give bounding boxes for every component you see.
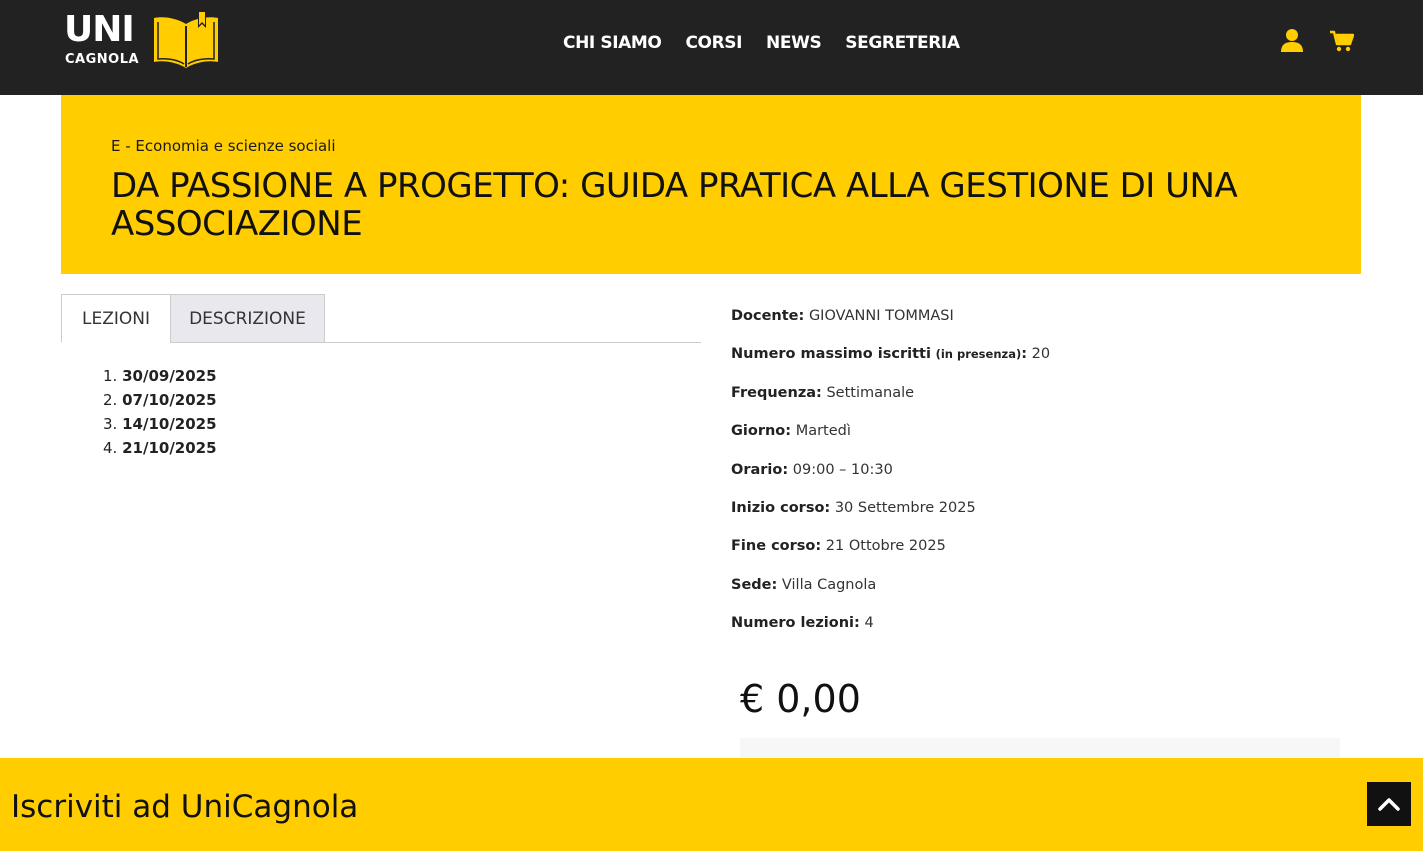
detail-orario: Orario: 09:00 – 10:30 bbox=[731, 459, 1050, 497]
lesson-item: 1. 30/09/2025 bbox=[103, 364, 217, 388]
detail-value: Villa Cagnola bbox=[781, 576, 877, 593]
detail-frequenza: Frequenza: Settimanale bbox=[731, 382, 1050, 420]
detail-docente: Docente: GIOVANNI TOMMASI bbox=[731, 305, 1050, 343]
top-navbar: UNI CAGNOLA CHI SIAMO CORSI NEWS SEGRETE… bbox=[0, 0, 1423, 95]
lesson-date: 21/10/2025 bbox=[122, 439, 217, 457]
detail-value: Martedì bbox=[795, 423, 851, 440]
detail-fine: Fine corso: 21 Ottobre 2025 bbox=[731, 535, 1050, 573]
detail-giorno: Giorno: Martedì bbox=[731, 420, 1050, 458]
detail-label: Numero massimo iscritti bbox=[731, 346, 931, 363]
lesson-number: 1. bbox=[103, 367, 118, 385]
detail-label: Inizio corso: bbox=[731, 499, 831, 516]
detail-label-colon: : bbox=[1021, 346, 1028, 363]
subscribe-title: Iscriviti ad UniCagnola bbox=[11, 789, 359, 825]
course-header: E - Economia e scienze sociali DA PASSIO… bbox=[61, 95, 1361, 274]
nav-corsi[interactable]: CORSI bbox=[685, 30, 742, 56]
lesson-date: 30/09/2025 bbox=[122, 367, 217, 385]
detail-iscritti: Numero massimo iscritti (in presenza): 2… bbox=[731, 343, 1050, 381]
detail-value: 21 Ottobre 2025 bbox=[825, 538, 946, 555]
lesson-item: 4. 21/10/2025 bbox=[103, 436, 217, 460]
detail-value: 30 Settembre 2025 bbox=[834, 499, 976, 516]
logo-text-sub: CAGNOLA bbox=[65, 52, 140, 67]
detail-label: Docente: bbox=[731, 308, 805, 324]
detail-value: Settimanale bbox=[826, 384, 915, 401]
course-price: € 0,00 bbox=[740, 677, 861, 721]
detail-label: Sede: bbox=[731, 576, 778, 593]
course-category: E - Economia e scienze sociali bbox=[111, 137, 336, 155]
nav-chi-siamo[interactable]: CHI SIAMO bbox=[563, 30, 662, 56]
course-title: DA PASSIONE A PROGETTO: GUIDA PRATICA AL… bbox=[111, 166, 1238, 244]
subscribe-banner: Iscriviti ad UniCagnola bbox=[0, 758, 1423, 851]
lesson-number: 4. bbox=[103, 439, 118, 457]
scroll-to-top-button[interactable] bbox=[1367, 782, 1411, 826]
detail-label: Giorno: bbox=[731, 423, 792, 440]
detail-label: Orario: bbox=[731, 461, 789, 478]
tab-descrizione[interactable]: DESCRIZIONE bbox=[170, 294, 325, 343]
lesson-number: 2. bbox=[103, 391, 118, 409]
detail-label: Frequenza: bbox=[731, 384, 822, 401]
lesson-date: 07/10/2025 bbox=[122, 391, 217, 409]
detail-label: Numero lezioni: bbox=[731, 615, 860, 632]
detail-inizio: Inizio corso: 30 Settembre 2025 bbox=[731, 497, 1050, 535]
detail-value: 09:00 – 10:30 bbox=[792, 461, 893, 478]
detail-sede: Sede: Villa Cagnola bbox=[731, 574, 1050, 612]
detail-label-note: (in presenza) bbox=[935, 347, 1022, 362]
lesson-item: 3. 14/10/2025 bbox=[103, 412, 217, 436]
chevron-up-icon bbox=[1378, 798, 1400, 811]
detail-value: 20 bbox=[1031, 346, 1051, 363]
lessons-list: 1. 30/09/2025 2. 07/10/2025 3. 14/10/202… bbox=[103, 364, 217, 460]
user-icon[interactable] bbox=[1280, 28, 1304, 52]
lesson-item: 2. 07/10/2025 bbox=[103, 388, 217, 412]
detail-value: 4 bbox=[864, 615, 874, 632]
course-tabs: LEZIONI DESCRIZIONE bbox=[61, 294, 701, 343]
lesson-date: 14/10/2025 bbox=[122, 415, 217, 433]
tab-lezioni[interactable]: LEZIONI bbox=[61, 294, 170, 343]
course-details: Docente: GIOVANNI TOMMASI Numero massimo… bbox=[731, 305, 1050, 651]
book-logo-icon bbox=[154, 12, 218, 68]
cart-icon[interactable] bbox=[1330, 30, 1354, 52]
site-logo[interactable]: UNI CAGNOLA bbox=[64, 10, 224, 70]
main-nav: CHI SIAMO CORSI NEWS SEGRETERIA bbox=[563, 30, 960, 56]
detail-value: GIOVANNI TOMMASI bbox=[808, 308, 954, 324]
nav-news[interactable]: NEWS bbox=[766, 30, 822, 56]
detail-label: Fine corso: bbox=[731, 538, 822, 555]
nav-segreteria[interactable]: SEGRETERIA bbox=[845, 30, 960, 56]
logo-text-main: UNI bbox=[64, 9, 135, 50]
detail-numero-lezioni: Numero lezioni: 4 bbox=[731, 612, 1050, 650]
lesson-number: 3. bbox=[103, 415, 118, 433]
